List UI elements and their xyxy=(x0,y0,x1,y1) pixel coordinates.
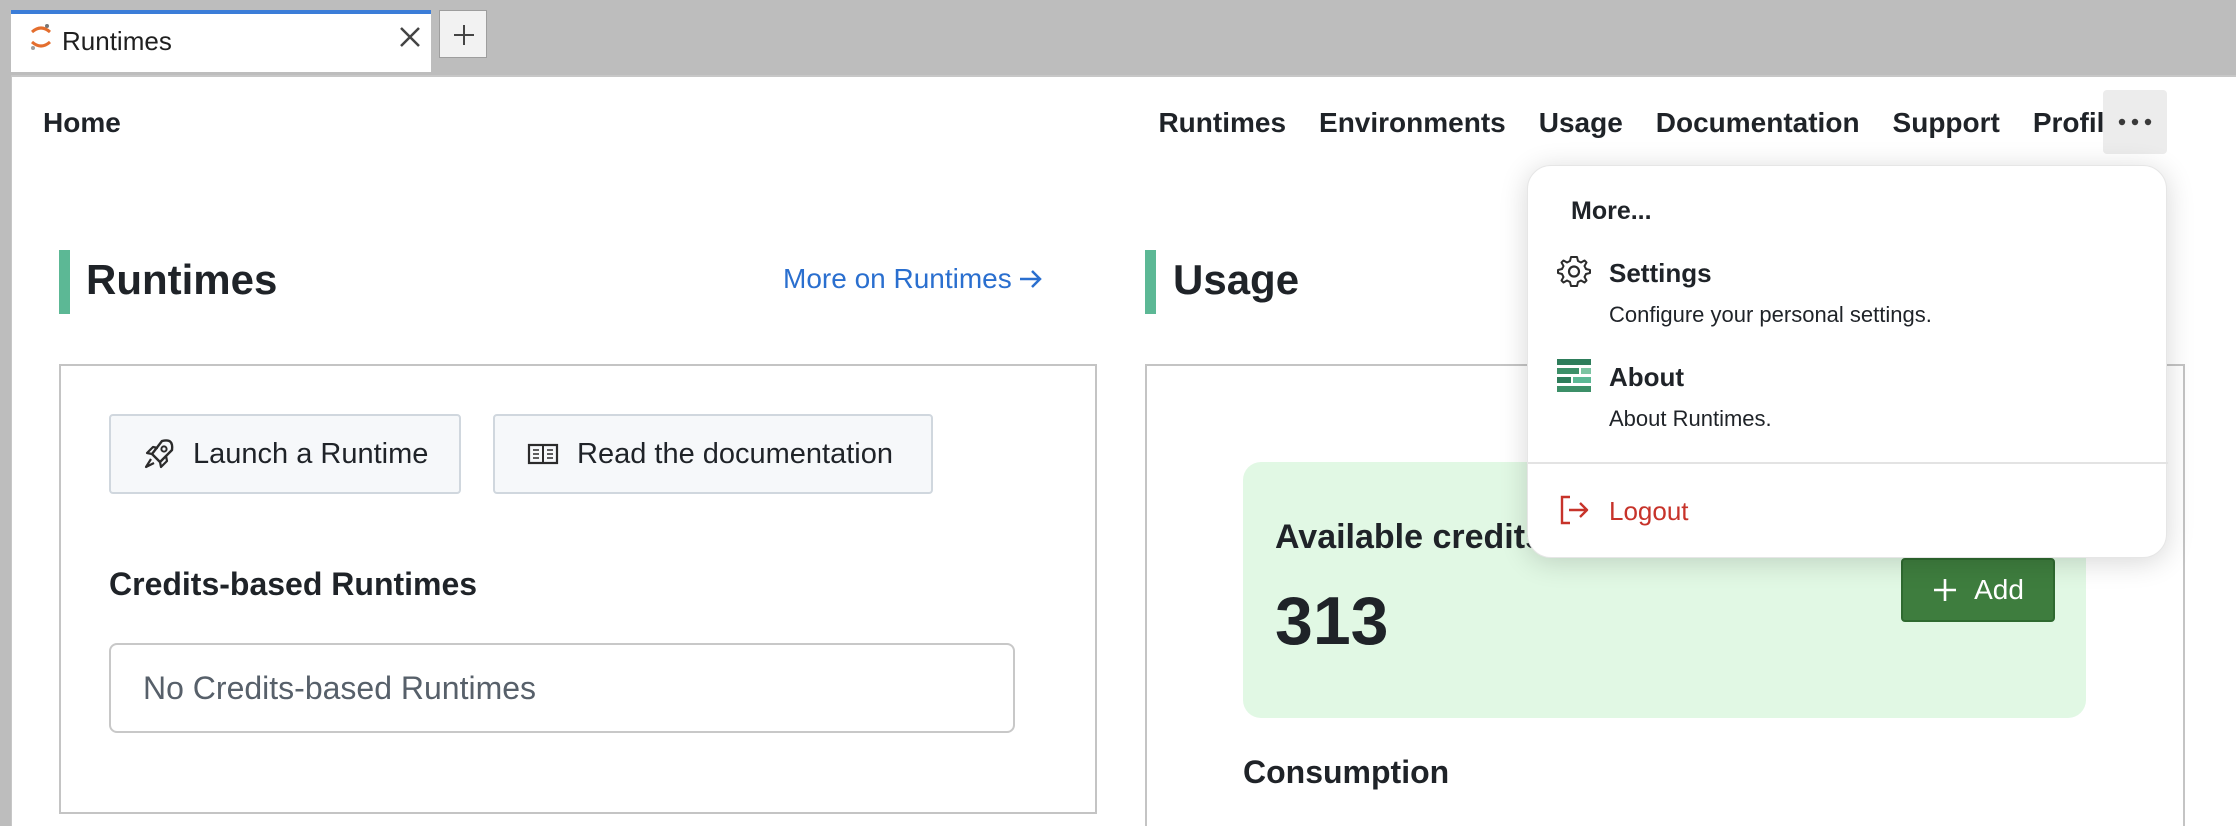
credits-runtimes-heading: Credits-based Runtimes xyxy=(109,566,478,602)
credits-runtimes-list: No Credits-based Runtimes xyxy=(109,643,1015,733)
runtimes-card: Launch a Runtime Read the documentation … xyxy=(59,364,1097,814)
plus-icon xyxy=(1934,579,1957,601)
more-dropdown-menu: More... Settings Configure your personal… xyxy=(1527,165,2168,558)
arrow-right-icon xyxy=(1019,270,1042,288)
menu-header: More... xyxy=(1571,197,1652,225)
browser-tab[interactable]: Runtimes xyxy=(11,10,431,72)
nav-link-environments[interactable]: Environments xyxy=(1319,107,1506,139)
runtimes-accent-bar xyxy=(59,250,70,314)
new-tab-button[interactable] xyxy=(439,10,487,58)
launch-runtime-label: Launch a Runtime xyxy=(193,437,429,470)
usage-title: Usage xyxy=(1173,256,1300,303)
app-logo-icon xyxy=(1557,359,1591,392)
nav-links: Runtimes Environments Usage Documentatio… xyxy=(1158,107,2120,139)
add-credits-button[interactable]: Add xyxy=(1901,558,2055,622)
empty-message: No Credits-based Runtimes xyxy=(143,669,537,706)
menu-item-about-desc: About Runtimes. xyxy=(1609,406,1772,431)
read-documentation-button[interactable]: Read the documentation xyxy=(493,414,933,494)
close-icon[interactable] xyxy=(393,20,427,54)
browser-tab-title: Runtimes xyxy=(62,26,172,56)
available-credits-value: 313 xyxy=(1275,583,1389,659)
jupyter-logo-icon xyxy=(31,24,51,50)
usage-accent-bar xyxy=(1145,250,1156,314)
read-documentation-label: Read the documentation xyxy=(577,437,893,470)
logout-icon xyxy=(1560,495,1589,525)
menu-item-settings-desc: Configure your personal settings. xyxy=(1609,302,1932,327)
more-on-runtimes-link[interactable]: More on Runtimes xyxy=(783,263,1044,295)
menu-item-about-title: About xyxy=(1609,362,1685,392)
plus-icon xyxy=(454,25,474,45)
add-credits-label: Add xyxy=(1974,574,2024,605)
nav-link-support[interactable]: Support xyxy=(1893,107,2000,139)
nav-link-usage[interactable]: Usage xyxy=(1539,107,1623,139)
menu-divider xyxy=(1528,462,2168,464)
page-viewport: Home Runtimes Environments Usage Documen… xyxy=(11,75,2236,826)
nav-home-link[interactable]: Home xyxy=(43,107,121,139)
gear-icon xyxy=(1557,256,1591,287)
nav-link-runtimes[interactable]: Runtimes xyxy=(1158,107,1286,139)
launch-runtime-button[interactable]: Launch a Runtime xyxy=(109,414,461,494)
consumption-heading: Consumption xyxy=(1243,754,1450,790)
menu-item-settings-title: Settings xyxy=(1609,258,1712,288)
nav-link-documentation[interactable]: Documentation xyxy=(1656,107,1860,139)
available-credits-label: Available credits xyxy=(1275,518,1544,556)
more-on-runtimes-label: More on Runtimes xyxy=(783,263,1012,294)
rocket-icon xyxy=(141,436,177,472)
book-icon xyxy=(525,436,561,472)
logout-label: Logout xyxy=(1609,496,1689,526)
browser-tab-strip: Runtimes xyxy=(0,0,2236,75)
more-menu-button[interactable] xyxy=(2103,90,2167,154)
runtimes-title: Runtimes xyxy=(86,256,278,303)
ellipsis-icon xyxy=(2118,118,2152,126)
